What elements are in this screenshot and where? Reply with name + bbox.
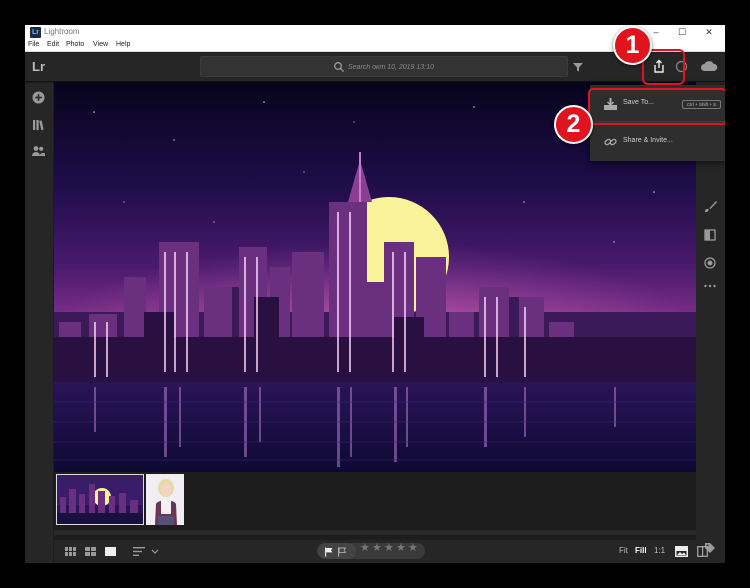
filmstrip-scrollbar[interactable] xyxy=(54,530,696,535)
share-invite-label: Share & Invite... xyxy=(623,137,673,144)
menu-help[interactable]: Help xyxy=(116,41,130,48)
save-to-highlight xyxy=(588,88,725,125)
lightroom-window: Lr Lightroom – ☐ ✕ File Edit Photo View … xyxy=(25,25,725,563)
healing-icon[interactable] xyxy=(704,257,716,269)
add-photos-icon[interactable] xyxy=(32,91,45,104)
chevron-down-icon[interactable] xyxy=(151,549,159,554)
step-badge-2: 2 xyxy=(554,105,593,144)
rating-star-4[interactable]: ★ xyxy=(396,541,406,554)
search-box[interactable] xyxy=(200,56,568,77)
maximize-button[interactable]: ☐ xyxy=(669,25,695,40)
detail-view-icon[interactable] xyxy=(105,547,116,556)
crop-icon[interactable] xyxy=(704,229,716,241)
reject-flag-icon[interactable] xyxy=(337,547,347,557)
rating-star-3[interactable]: ★ xyxy=(384,541,394,554)
step-badge-1: 1 xyxy=(613,26,652,65)
menu-file[interactable]: File xyxy=(28,41,39,48)
square-grid-icon[interactable] xyxy=(65,547,76,556)
people-icon[interactable] xyxy=(31,145,46,157)
share-invite-menu-item[interactable]: Share & Invite... xyxy=(590,127,725,157)
zoom-fit[interactable]: Fit xyxy=(619,546,628,555)
zoom-1-1[interactable]: 1:1 xyxy=(654,546,665,555)
city-thumbnail-image xyxy=(57,475,143,524)
left-panel xyxy=(25,83,53,563)
thumbnail-portrait[interactable] xyxy=(146,474,184,525)
cloud-sync-icon[interactable] xyxy=(700,60,718,72)
zoom-fill[interactable]: Fill xyxy=(635,546,647,555)
search-icon xyxy=(334,62,344,72)
rating-star-1[interactable]: ★ xyxy=(360,541,370,554)
more-options-icon[interactable] xyxy=(703,283,717,289)
sort-icon[interactable] xyxy=(133,547,146,556)
compare-icon[interactable] xyxy=(675,546,688,557)
close-button[interactable]: ✕ xyxy=(696,25,722,40)
before-after-icon[interactable] xyxy=(697,546,708,557)
filter-icon[interactable] xyxy=(572,61,584,73)
rating-star-5[interactable]: ★ xyxy=(408,541,418,554)
library-icon[interactable] xyxy=(32,119,45,131)
search-input[interactable] xyxy=(348,60,548,74)
edit-brush-icon[interactable] xyxy=(704,200,717,213)
filmstrip xyxy=(54,472,696,540)
link-icon xyxy=(604,138,617,146)
lightroom-app-icon: Lr xyxy=(30,27,41,38)
menu-edit[interactable]: Edit xyxy=(47,41,59,48)
menu-photo[interactable]: Photo xyxy=(66,41,84,48)
menu-view[interactable]: View xyxy=(93,41,108,48)
pick-flag-icon[interactable] xyxy=(324,547,334,557)
portrait-thumbnail-image xyxy=(146,474,184,525)
rating-star-2[interactable]: ★ xyxy=(372,541,382,554)
bottom-toolbar: ★ ★ ★ ★ ★ Fit Fill 1:1 xyxy=(54,540,708,563)
lr-logo: Lr xyxy=(32,59,45,74)
thumbnail-city[interactable] xyxy=(56,474,144,525)
window-title: Lightroom xyxy=(44,27,80,36)
photo-grid-icon[interactable] xyxy=(85,547,96,556)
